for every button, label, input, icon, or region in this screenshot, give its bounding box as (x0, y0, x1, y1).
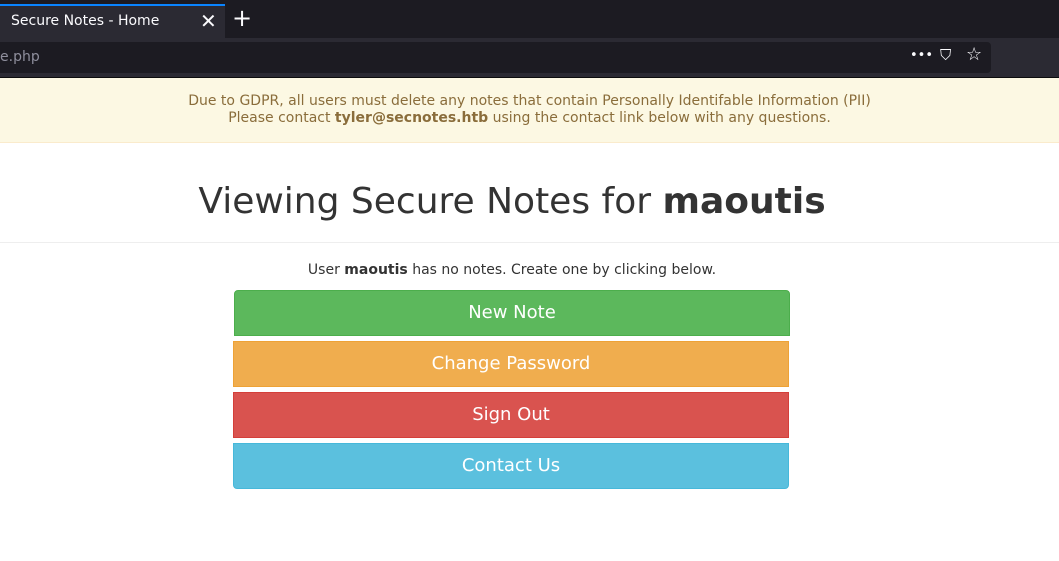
banner-line-1: Due to GDPR, all users must delete any n… (188, 93, 871, 109)
bookmark-star-icon[interactable]: ☆ (966, 44, 982, 65)
page-title: Viewing Secure Notes for maoutis (0, 181, 1024, 222)
browser-tab[interactable]: Secure Notes - Home ✕ (0, 4, 225, 38)
plus-icon[interactable]: + (232, 4, 252, 32)
page-title-prefix: Viewing Secure Notes for (198, 181, 663, 222)
divider (0, 242, 1059, 243)
sign-out-button[interactable]: Sign Out (233, 392, 789, 438)
more-icon[interactable]: ••• (910, 48, 933, 63)
navigation-bar: e.php ••• ⛉ ☆ (0, 38, 1059, 78)
pocket-icon[interactable]: ⛉ (940, 46, 951, 64)
banner-text-suffix: using the contact link below with any qu… (488, 110, 831, 126)
contact-us-button[interactable]: Contact Us (233, 443, 789, 489)
no-notes-prefix: User (307, 262, 345, 278)
url-bar[interactable]: e.php (0, 42, 991, 73)
change-password-button[interactable]: Change Password (233, 341, 789, 387)
url-text[interactable]: e.php (0, 49, 40, 65)
no-notes-message: User maoutis has no notes. Create one by… (0, 262, 1024, 278)
banner-text-prefix: Please contact (228, 110, 335, 126)
page-title-username: maoutis (662, 181, 826, 222)
no-notes-suffix: has no notes. Create one by clicking bel… (407, 262, 717, 278)
contact-email: tyler@secnotes.htb (334, 110, 489, 126)
new-note-button[interactable]: New Note (234, 290, 790, 336)
tab-bar: Secure Notes - Home ✕ + (0, 0, 1059, 38)
gdpr-alert-banner: Due to GDPR, all users must delete any n… (0, 78, 1059, 143)
banner-line-2: Please contact tyler@secnotes.htb using … (0, 110, 1059, 126)
close-icon[interactable]: ✕ (200, 9, 217, 33)
tab-title: Secure Notes - Home (11, 13, 160, 29)
no-notes-username: maoutis (344, 262, 408, 278)
